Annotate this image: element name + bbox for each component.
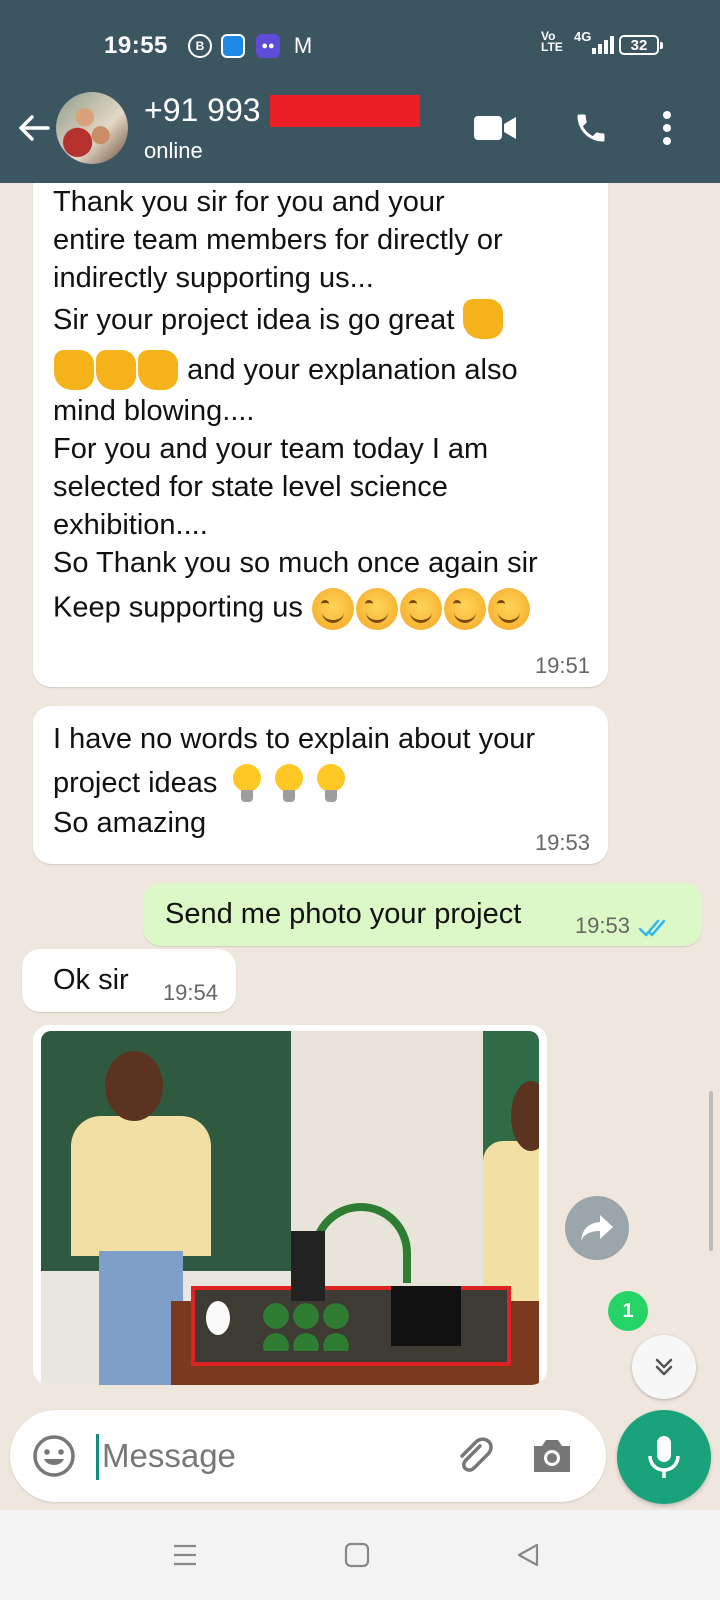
scrollbar[interactable] — [709, 1091, 713, 1251]
message-time: 19:51 — [534, 653, 590, 678]
message-line: entire team members for directly or — [53, 224, 503, 256]
message-time: 19:53 — [574, 913, 630, 938]
photo-trees — [261, 1301, 351, 1351]
thumbs-up-icon — [463, 299, 504, 340]
message-line: selected for state level science — [53, 470, 448, 503]
gmail-icon: M — [293, 33, 313, 58]
contact-status: online — [144, 138, 203, 163]
attachment-icon[interactable] — [450, 1432, 498, 1480]
emoji-icon[interactable] — [30, 1432, 78, 1480]
light-bulb-icon — [316, 764, 345, 804]
contact-name[interactable]: +91 993 — [144, 92, 261, 129]
chevron-double-down-icon — [655, 1358, 673, 1376]
photo-project-model — [191, 1286, 511, 1366]
blue-app-icon — [221, 34, 245, 58]
recent-apps-icon[interactable] — [162, 1532, 208, 1578]
smiling-face-icon — [443, 587, 486, 630]
photo-bulb — [206, 1301, 230, 1335]
volte-icon: Vo LTE — [541, 29, 563, 54]
incoming-message[interactable]: Thank you sir for you and your entire te… — [33, 183, 608, 687]
chat-area[interactable]: Thank you sir for you and your entire te… — [0, 183, 720, 1510]
thumbs-up-icon — [54, 349, 94, 390]
outgoing-message[interactable]: Send me photo your project 19:53 — [143, 883, 702, 946]
photo-conveyor — [391, 1286, 461, 1346]
video-call-icon[interactable] — [472, 108, 518, 148]
network-type: 4G — [574, 29, 592, 44]
photo-student-left-head — [105, 1051, 163, 1121]
message-line: Sir your project idea is go great — [53, 304, 455, 336]
light-bulb-icon — [232, 764, 261, 804]
status-time: 19:55 — [104, 32, 168, 59]
forward-icon[interactable] — [565, 1196, 629, 1260]
message-composer — [10, 1410, 606, 1502]
thumbs-up-icon — [96, 349, 136, 390]
microphone-button[interactable] — [617, 1410, 711, 1504]
message-line: mind blowing.... — [53, 394, 255, 427]
b-icon: B — [188, 34, 212, 58]
photo-message[interactable] — [33, 1025, 547, 1385]
smiling-face-icon — [311, 587, 354, 630]
double-check-icon — [638, 919, 666, 937]
message-time: 19:53 — [534, 830, 590, 855]
project-photo[interactable] — [41, 1031, 539, 1385]
more-options-icon[interactable] — [652, 108, 682, 148]
message-line: Thank you sir for you and your — [53, 186, 445, 218]
back-arrow-icon[interactable] — [14, 108, 54, 148]
incoming-message[interactable]: Ok sir 19:54 — [22, 949, 236, 1012]
message-input[interactable] — [102, 1428, 432, 1484]
smiling-face-icon — [399, 587, 442, 630]
back-triangle-icon[interactable] — [505, 1532, 551, 1578]
message-line: So amazing — [53, 807, 207, 840]
thumbs-up-icon — [138, 349, 178, 390]
message-line: For you and your team today I am — [53, 432, 489, 465]
message-time: 19:54 — [162, 980, 218, 1005]
message-line: So Thank you so much once again sir — [53, 546, 538, 579]
contact-avatar[interactable] — [56, 92, 128, 164]
smiling-face-icon — [355, 587, 398, 630]
signal-bars-icon — [592, 36, 614, 54]
home-icon[interactable] — [334, 1532, 380, 1578]
system-navigation-bar — [0, 1510, 720, 1600]
text-cursor — [96, 1434, 99, 1480]
light-bulb-icon — [274, 764, 303, 804]
message-text: Send me photo your project — [165, 898, 522, 930]
scroll-down-button[interactable] — [632, 1335, 696, 1399]
smiling-face-icon — [487, 587, 530, 630]
camera-icon[interactable] — [528, 1432, 576, 1480]
voice-call-icon[interactable] — [568, 108, 614, 148]
message-line: indirectly supporting us... — [53, 262, 374, 294]
message-line: project ideas — [53, 767, 218, 799]
photo-tank — [291, 1231, 325, 1301]
battery-icon: 32 — [619, 35, 663, 55]
incoming-message[interactable]: I have no words to explain about your pr… — [33, 706, 608, 864]
photo-student-left — [71, 1116, 211, 1256]
unread-count-badge: 1 — [608, 1291, 648, 1331]
message-line: exhibition.... — [53, 508, 208, 541]
purple-app-icon: ●● — [256, 34, 280, 58]
top-bar: 19:55 B ●● M Vo LTE 4G 32 +91 993 online — [0, 0, 720, 183]
message-text: Ok sir — [53, 964, 129, 996]
status-bar: 19:55 B ●● M Vo LTE 4G 32 — [0, 0, 720, 90]
microphone-icon — [648, 1436, 680, 1478]
message-line: Keep supporting us — [53, 591, 303, 624]
battery-level: 32 — [630, 36, 648, 54]
message-line: I have no words to explain about your — [53, 723, 536, 755]
message-line: and your explanation also — [187, 354, 518, 387]
redaction-bar — [270, 95, 420, 127]
